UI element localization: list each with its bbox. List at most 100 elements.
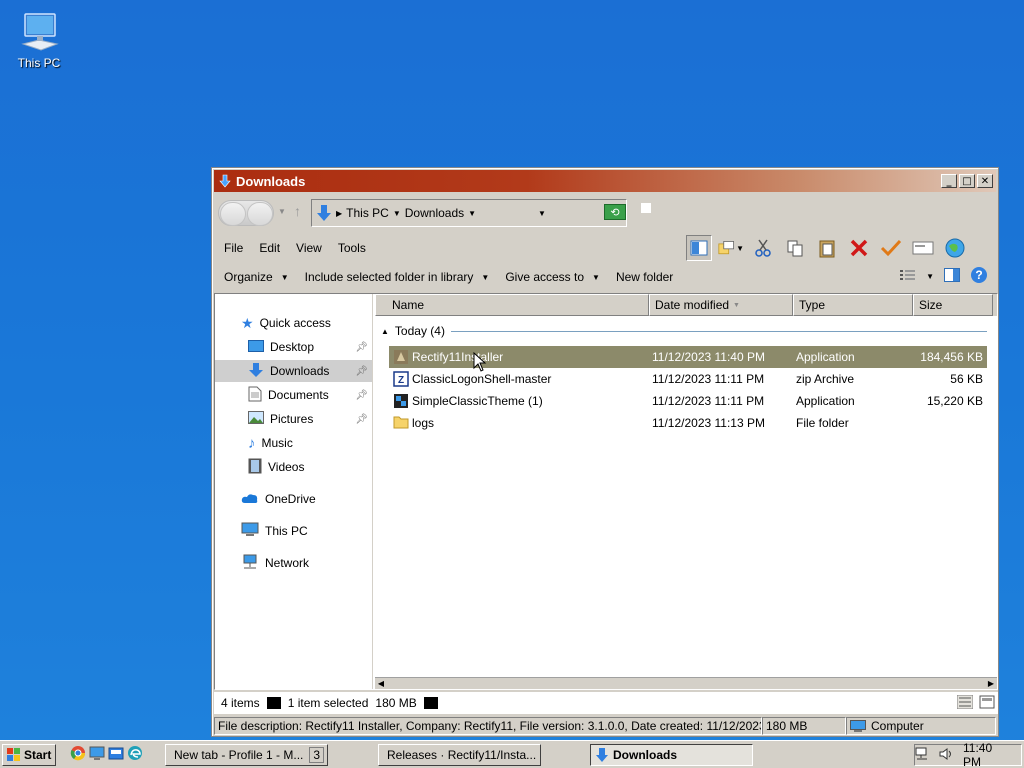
- chevron-right-icon[interactable]: ▶: [336, 209, 342, 218]
- file-row[interactable]: SimpleClassicTheme (1) 11/12/2023 11:11 …: [389, 390, 987, 412]
- file-row[interactable]: logs 11/12/2023 11:13 PM File folder: [389, 412, 987, 434]
- desktop-icon-label: This PC: [17, 56, 61, 70]
- group-header-today[interactable]: ▲ Today (4): [381, 324, 987, 338]
- nav-onedrive[interactable]: OneDrive: [241, 488, 316, 510]
- checkmark-icon[interactable]: [878, 235, 904, 261]
- svg-text:Z: Z: [398, 375, 404, 386]
- menu-bar: File Edit View Tools ▼: [216, 234, 996, 262]
- address-bar[interactable]: ▶ This PC ▼ Downloads ▼ ▼: [311, 199, 627, 227]
- back-forward-buttons[interactable]: [218, 200, 274, 226]
- up-arrow-icon[interactable]: ↑: [294, 203, 301, 219]
- column-date-modified[interactable]: Date modified ▼: [649, 294, 793, 316]
- column-size[interactable]: Size: [913, 294, 993, 316]
- nav-downloads[interactable]: Downloads 📌︎: [215, 360, 372, 382]
- details-view-icon[interactable]: [954, 694, 976, 712]
- menu-file[interactable]: File: [216, 241, 251, 255]
- taskbar-item-releases[interactable]: Releases · Rectify11/Insta...: [378, 744, 541, 766]
- toolbar-icons: ▼: [686, 234, 968, 262]
- desktop-show-icon[interactable]: [89, 745, 105, 764]
- computer-icon: [21, 13, 59, 51]
- view-dropdown-icon[interactable]: ▼: [926, 272, 934, 281]
- zip-archive-icon: Z: [393, 371, 409, 390]
- column-name[interactable]: Name: [375, 294, 649, 316]
- organize-button[interactable]: Organize ▼: [216, 270, 297, 284]
- nav-this-pc[interactable]: This PC: [241, 520, 308, 542]
- nav-desktop[interactable]: Desktop 📌︎: [215, 336, 372, 358]
- menu-view[interactable]: View: [288, 241, 330, 255]
- collapse-icon[interactable]: ▲: [381, 327, 389, 336]
- properties-icon[interactable]: [910, 235, 936, 261]
- minimize-button[interactable]: _: [941, 174, 957, 188]
- view-options-icon[interactable]: ▼: [718, 235, 744, 261]
- copy-icon[interactable]: [782, 235, 808, 261]
- pictures-icon: [248, 411, 264, 427]
- pin-icon[interactable]: 📌︎: [355, 414, 368, 425]
- search-box[interactable]: [641, 203, 651, 213]
- description-size: 180 MB: [762, 717, 846, 735]
- pin-icon[interactable]: 📌︎: [355, 342, 368, 353]
- application-icon: [393, 349, 409, 368]
- delete-icon[interactable]: [846, 235, 872, 261]
- scroll-left-icon[interactable]: ◀: [375, 678, 387, 689]
- file-description: File description: Rectify11 Installer, C…: [214, 717, 762, 735]
- menu-edit[interactable]: Edit: [251, 241, 288, 255]
- network-tray-icon[interactable]: [915, 747, 931, 764]
- explorer-window: Downloads _ □ ✕ ▼ ↑ ▶ This PC ▼ Downloads…: [211, 167, 999, 737]
- file-list: Name Date modified ▼ Type Size ▲ Today (4…: [375, 294, 997, 689]
- column-headers: Name Date modified ▼ Type Size: [375, 294, 997, 316]
- description-location: Computer: [846, 717, 996, 735]
- preview-pane-icon[interactable]: [686, 235, 712, 261]
- download-arrow-icon: [218, 174, 232, 188]
- mouse-cursor-icon: [473, 352, 487, 372]
- nav-quick-access[interactable]: ★ Quick access: [241, 312, 331, 334]
- maximize-button[interactable]: □: [959, 174, 975, 188]
- system-tray: 11:40 PM: [914, 741, 1022, 768]
- horizontal-scrollbar[interactable]: ◀ ▶: [375, 677, 997, 689]
- change-view-icon[interactable]: [900, 269, 916, 284]
- explorer-icon[interactable]: [108, 745, 124, 764]
- taskbar-item-new-tab[interactable]: New tab - Profile 1 - M... 3: [165, 744, 328, 766]
- globe-icon[interactable]: [942, 235, 968, 261]
- window-title: Downloads: [236, 173, 306, 189]
- music-icon: ♪: [248, 434, 256, 452]
- windows-logo-icon: [7, 747, 20, 761]
- scroll-right-icon[interactable]: ▶: [985, 678, 997, 689]
- paste-icon[interactable]: [814, 235, 840, 261]
- cut-icon[interactable]: [750, 235, 776, 261]
- refresh-button[interactable]: ⟲: [604, 204, 626, 220]
- breadcrumb-downloads[interactable]: Downloads ▼: [405, 206, 476, 220]
- quick-launch: [70, 745, 143, 764]
- nav-videos[interactable]: Videos: [215, 456, 372, 478]
- edge-icon[interactable]: [127, 745, 143, 764]
- address-row: ▼ ↑ ▶ This PC ▼ Downloads ▼ ▼ ⟲: [216, 195, 996, 231]
- desktop-icon-this-pc[interactable]: This PC: [12, 10, 66, 70]
- help-icon[interactable]: ?: [970, 266, 988, 287]
- volume-icon[interactable]: [939, 747, 955, 764]
- application-icon: [393, 393, 409, 412]
- nav-documents[interactable]: Documents 📌︎: [215, 384, 372, 406]
- computer-icon: [850, 720, 866, 732]
- title-bar[interactable]: Downloads _ □ ✕: [214, 170, 996, 192]
- chrome-icon[interactable]: [70, 745, 86, 764]
- taskbar-item-downloads[interactable]: Downloads: [590, 744, 753, 766]
- view-controls: ▼ ?: [900, 266, 988, 287]
- preview-pane-toggle-icon[interactable]: [944, 268, 960, 285]
- pin-icon[interactable]: 📌︎: [355, 390, 368, 401]
- include-in-library-button[interactable]: Include selected folder in library ▼: [297, 270, 498, 284]
- history-dropdown-icon[interactable]: ▼: [278, 207, 286, 216]
- breadcrumb-this-pc[interactable]: This PC ▼: [346, 206, 401, 220]
- clock[interactable]: 11:40 PM: [963, 741, 1013, 768]
- nav-pictures[interactable]: Pictures 📌︎: [215, 408, 372, 430]
- selected-count: 1 item selected: [287, 696, 369, 710]
- give-access-button[interactable]: Give access to ▼: [497, 270, 608, 284]
- tiles-view-icon[interactable]: [976, 695, 998, 712]
- start-button[interactable]: Start: [2, 743, 57, 766]
- address-dropdown-icon[interactable]: ▼: [538, 209, 546, 218]
- nav-music[interactable]: ♪ Music: [215, 432, 372, 454]
- close-button[interactable]: ✕: [977, 174, 993, 188]
- nav-network[interactable]: Network: [241, 552, 309, 574]
- column-type[interactable]: Type: [793, 294, 913, 316]
- new-folder-button[interactable]: New folder: [608, 270, 681, 284]
- pin-icon[interactable]: 📌︎: [355, 366, 368, 377]
- menu-tools[interactable]: Tools: [330, 241, 374, 255]
